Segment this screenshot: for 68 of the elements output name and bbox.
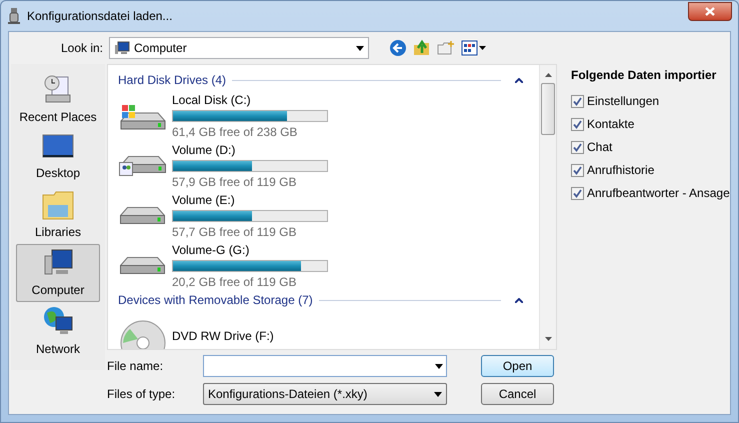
- drive-item[interactable]: DVD RW Drive (F:): [118, 310, 529, 349]
- check-icon: [573, 120, 582, 128]
- checkbox[interactable]: [571, 140, 584, 154]
- dropdown-arrow-icon: [356, 46, 364, 50]
- app-icon: [7, 7, 21, 25]
- drive-name: Volume (D:): [172, 142, 236, 159]
- look-in-dropdown[interactable]: Computer: [109, 37, 369, 59]
- drive-name: Volume-G (G:): [172, 242, 250, 259]
- up-folder-icon[interactable]: [413, 39, 431, 57]
- window-title: Konfigurationsdatei laden...: [27, 8, 172, 25]
- option-label: Chat: [587, 139, 612, 156]
- place-item[interactable]: Recent Places: [16, 70, 100, 128]
- file-type-dropdown[interactable]: Konfigurations-Dateien (*.xky): [203, 383, 447, 405]
- view-menu-icon[interactable]: [461, 40, 487, 56]
- free-space-text: 57,9 GB free of 119 GB: [172, 174, 298, 191]
- check-icon: [573, 188, 582, 198]
- open-button[interactable]: Open: [481, 355, 554, 377]
- drive-item[interactable]: Volume (D:) 57,9 GB free of 119 GB: [118, 140, 529, 192]
- close-button[interactable]: [688, 2, 732, 20]
- drive-item[interactable]: Local Disk (C:) 61,4 GB free of 238 GB: [118, 90, 529, 142]
- import-panel-title: Folgende Daten importier: [571, 67, 718, 84]
- drive-name: Local Disk (C:): [172, 92, 252, 109]
- check-icon: [573, 96, 582, 106]
- folder-icon: [42, 190, 74, 220]
- drive-name: Volume (E:): [172, 192, 236, 209]
- computer-icon: [114, 41, 130, 55]
- check-icon: [573, 166, 582, 174]
- checkbox[interactable]: [571, 164, 584, 176]
- group-header[interactable]: Devices with Removable Storage (7): [118, 291, 313, 309]
- file-name-label: File name:: [107, 358, 164, 375]
- checkbox[interactable]: [571, 118, 584, 130]
- place-item[interactable]: Libraries: [16, 186, 100, 244]
- scroll-up-icon[interactable]: [544, 73, 552, 77]
- drive-item[interactable]: Volume-G (G:) 20,2 GB free of 119 GB: [118, 240, 529, 292]
- close-icon: [705, 6, 715, 16]
- checkbox[interactable]: [571, 186, 584, 200]
- scrollbar[interactable]: [539, 65, 556, 349]
- checkbox[interactable]: [571, 94, 584, 108]
- collapse-chevron-icon[interactable]: [515, 78, 523, 82]
- file-type-label: Files of type:: [107, 386, 176, 403]
- group-header[interactable]: Hard Disk Drives (4): [118, 71, 226, 89]
- free-space-text: 20,2 GB free of 119 GB: [172, 274, 298, 291]
- computer-icon: [42, 248, 74, 278]
- place-item[interactable]: Desktop: [16, 128, 100, 186]
- drive-name: DVD RW Drive (F:): [172, 328, 274, 345]
- dropdown-arrow-icon: [434, 392, 442, 396]
- option-label: Kontakte: [587, 116, 634, 133]
- place-item[interactable]: Network: [16, 302, 100, 360]
- drive-item[interactable]: Volume (E:) 57,7 GB free of 119 GB: [118, 190, 529, 242]
- check-icon: [573, 142, 582, 152]
- hard-drive-icon: [120, 207, 166, 225]
- collapse-chevron-icon[interactable]: [515, 298, 523, 302]
- option-label: Einstellungen: [587, 93, 660, 110]
- desktop-icon: [42, 132, 74, 160]
- option-label: Anrufhistorie: [587, 162, 654, 179]
- place-item[interactable]: Computer: [16, 244, 100, 302]
- globe-computer-icon: [42, 304, 74, 336]
- file-name-field[interactable]: [203, 355, 447, 377]
- shared-drive-icon: [119, 156, 167, 176]
- scroll-thumb[interactable]: [541, 83, 555, 135]
- cancel-button[interactable]: Cancel: [481, 383, 554, 405]
- free-space-text: 57,7 GB free of 119 GB: [172, 224, 298, 241]
- look-in-label: Look in:: [60, 40, 104, 57]
- scroll-down-icon[interactable]: [544, 337, 552, 341]
- dropdown-arrow-icon: [435, 364, 443, 368]
- option-label: Anrufbeantworter - Ansage: [587, 185, 730, 202]
- hard-drive-icon: [120, 257, 166, 275]
- free-space-text: 61,4 GB free of 238 GB: [172, 124, 298, 141]
